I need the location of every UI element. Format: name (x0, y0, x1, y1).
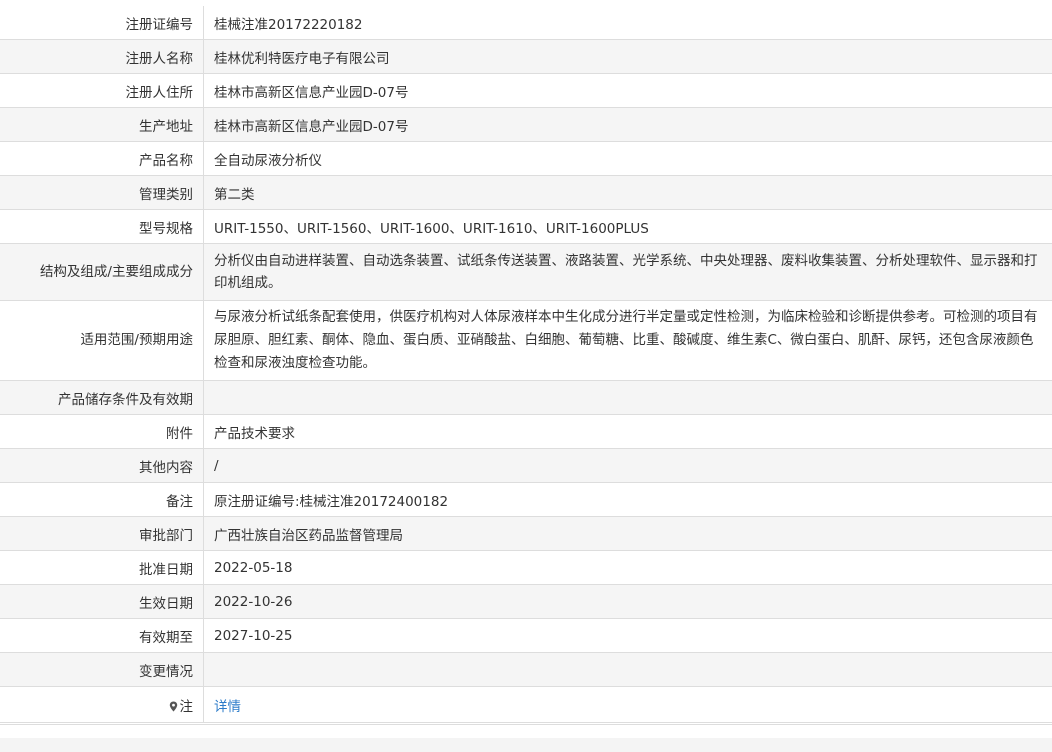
table-row: 其他内容 / (0, 448, 1052, 483)
table-row: 生效日期 2022-10-26 (0, 584, 1052, 619)
table-row: 变更情况 (0, 652, 1052, 687)
note-label: 注 (0, 686, 204, 723)
table-row: 注册人名称 桂林优利特医疗电子有限公司 (0, 39, 1052, 74)
field-value: 桂械注准20172220182 (203, 6, 1052, 40)
table-row: 适用范围/预期用途 与尿液分析试纸条配套使用，供医疗机构对人体尿液样本中生化成分… (0, 300, 1052, 381)
bottom-divider (0, 724, 1052, 725)
field-label: 变更情况 (0, 652, 204, 687)
field-label: 管理类别 (0, 175, 204, 210)
field-value: 广西壮族自治区药品监督管理局 (203, 516, 1052, 551)
table-row: 结构及组成/主要组成成分 分析仪由自动进样装置、自动选条装置、试纸条传送装置、液… (0, 243, 1052, 301)
field-label: 附件 (0, 414, 204, 449)
field-value: URIT-1550、URIT-1560、URIT-1600、URIT-1610、… (203, 209, 1052, 244)
field-label: 有效期至 (0, 618, 204, 653)
field-label: 生效日期 (0, 584, 204, 619)
field-value: 第二类 (203, 175, 1052, 210)
location-pin-icon (169, 700, 178, 711)
field-value: 桂林优利特医疗电子有限公司 (203, 39, 1052, 74)
table-row: 附件 产品技术要求 (0, 414, 1052, 449)
field-value: 全自动尿液分析仪 (203, 141, 1052, 176)
registration-detail-table: 注册证编号 桂械注准20172220182 注册人名称 桂林优利特医疗电子有限公… (0, 6, 1052, 723)
field-value: 分析仪由自动进样装置、自动选条装置、试纸条传送装置、液路装置、光学系统、中央处理… (203, 243, 1052, 301)
field-label: 产品储存条件及有效期 (0, 380, 204, 415)
field-value: 与尿液分析试纸条配套使用，供医疗机构对人体尿液样本中生化成分进行半定量或定性检测… (203, 300, 1052, 381)
page-footer-area (0, 738, 1052, 752)
field-value: 产品技术要求 (203, 414, 1052, 449)
table-row: 型号规格 URIT-1550、URIT-1560、URIT-1600、URIT-… (0, 209, 1052, 244)
field-label: 注册人住所 (0, 73, 204, 108)
field-label: 批准日期 (0, 550, 204, 585)
field-label: 型号规格 (0, 209, 204, 244)
table-row: 注册证编号 桂械注准20172220182 (0, 6, 1052, 40)
field-value: 桂林市高新区信息产业园D-07号 (203, 73, 1052, 108)
table-row: 产品储存条件及有效期 (0, 380, 1052, 415)
table-row: 审批部门 广西壮族自治区药品监督管理局 (0, 516, 1052, 551)
field-label: 注册人名称 (0, 39, 204, 74)
table-row: 注册人住所 桂林市高新区信息产业园D-07号 (0, 73, 1052, 108)
field-value (203, 652, 1052, 687)
field-label: 产品名称 (0, 141, 204, 176)
field-value: 原注册证编号:桂械注准20172400182 (203, 482, 1052, 517)
note-label-text: 注 (179, 698, 194, 715)
table-row: 产品名称 全自动尿液分析仪 (0, 141, 1052, 176)
field-value: 2022-05-18 (203, 550, 1052, 585)
note-row: 注 详情 (0, 686, 1052, 723)
field-value: 2022-10-26 (203, 584, 1052, 619)
field-value: 2027-10-25 (203, 618, 1052, 653)
field-label: 备注 (0, 482, 204, 517)
details-link[interactable]: 详情 (214, 699, 241, 715)
table-row: 备注 原注册证编号:桂械注准20172400182 (0, 482, 1052, 517)
field-label: 审批部门 (0, 516, 204, 551)
table-row: 生产地址 桂林市高新区信息产业园D-07号 (0, 107, 1052, 142)
field-label: 生产地址 (0, 107, 204, 142)
field-value: / (203, 448, 1052, 483)
note-value: 详情 (203, 686, 1052, 723)
field-value (203, 380, 1052, 415)
table-row: 有效期至 2027-10-25 (0, 618, 1052, 653)
field-label: 适用范围/预期用途 (0, 300, 204, 381)
table-row: 批准日期 2022-05-18 (0, 550, 1052, 585)
field-value: 桂林市高新区信息产业园D-07号 (203, 107, 1052, 142)
field-label: 结构及组成/主要组成成分 (0, 243, 204, 301)
field-label: 注册证编号 (0, 6, 204, 40)
table-row: 管理类别 第二类 (0, 175, 1052, 210)
field-label: 其他内容 (0, 448, 204, 483)
